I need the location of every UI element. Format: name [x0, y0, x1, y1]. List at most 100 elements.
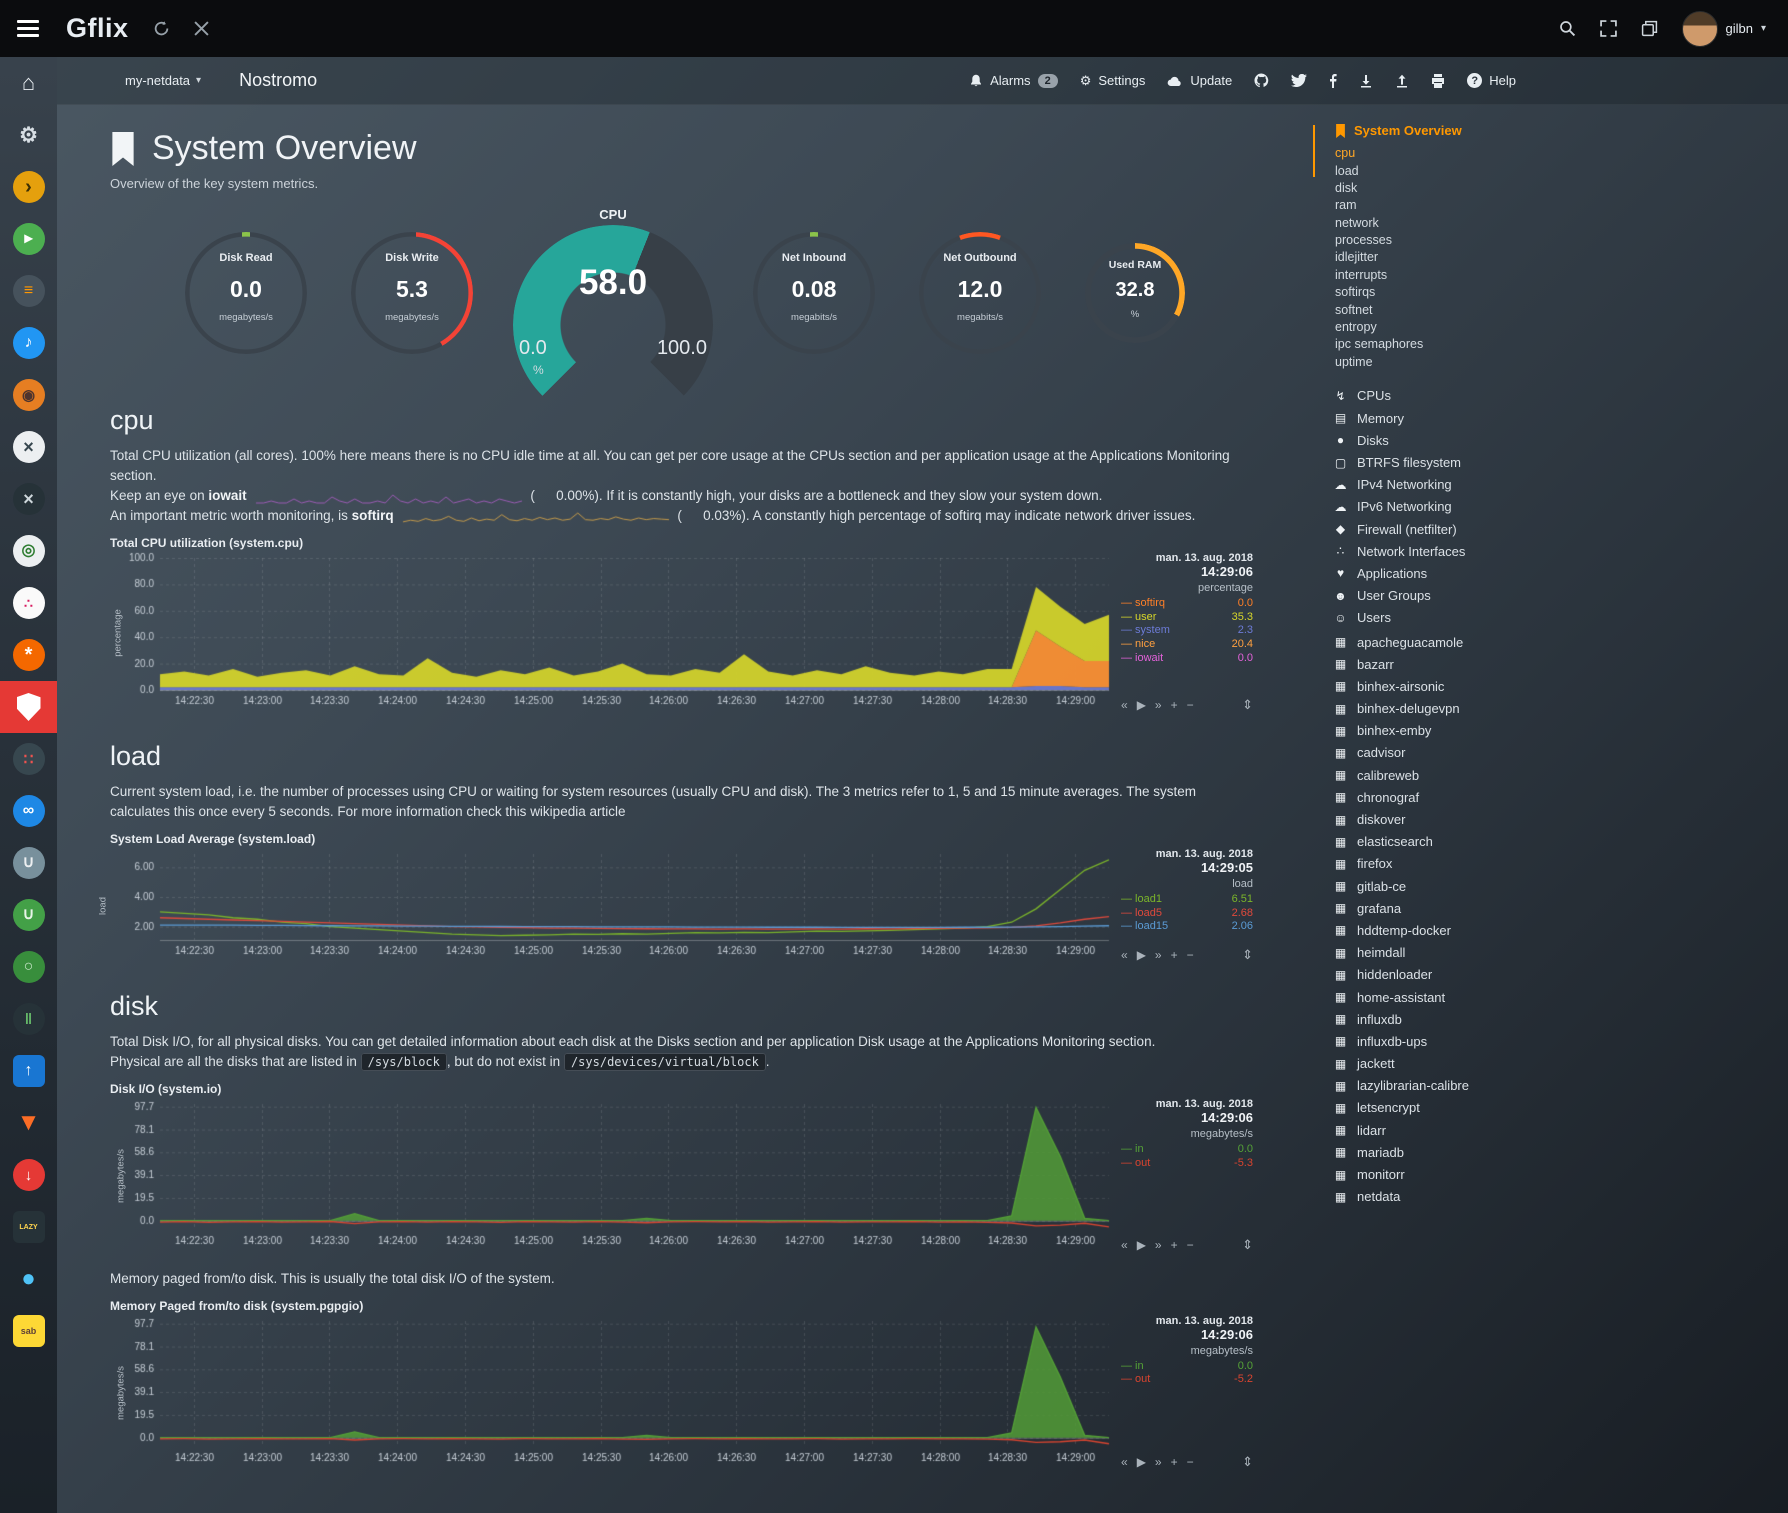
- toc-container-diskover[interactable]: ▦diskover: [1333, 808, 1613, 830]
- search-icon[interactable]: [1559, 20, 1576, 37]
- toc-section-firewall-netfilter-[interactable]: ◆Firewall (netfilter): [1333, 518, 1613, 540]
- chart-pan-backward-button[interactable]: «: [1121, 948, 1128, 962]
- toc-item-processes[interactable]: processes: [1335, 232, 1613, 249]
- gauge-disk-write[interactable]: Disk Write5.3megabytes/s: [337, 218, 487, 368]
- toc-system-overview[interactable]: System Overview: [1335, 123, 1613, 138]
- toc-section-applications[interactable]: ♥Applications: [1333, 562, 1613, 584]
- toc-container-firefox[interactable]: ▦firefox: [1333, 853, 1613, 875]
- chart-zoom-out-button[interactable]: −: [1187, 948, 1194, 962]
- sidebar-app-airsonic[interactable]: ♪: [0, 317, 57, 369]
- toc-item-softnet[interactable]: softnet: [1335, 301, 1613, 318]
- legend-item-load15[interactable]: — load152.06: [1121, 920, 1253, 934]
- sidebar-app-scatter-app[interactable]: ∴: [0, 577, 57, 629]
- refresh-icon[interactable]: [153, 20, 170, 37]
- chart-play-button[interactable]: ▶: [1137, 698, 1146, 712]
- pgpgio-chart-canvas[interactable]: [110, 1315, 1115, 1467]
- sidebar-app-bazarr[interactable]: ≡: [0, 265, 57, 317]
- chart-zoom-in-button[interactable]: +: [1171, 1455, 1178, 1469]
- twitter-button[interactable]: [1291, 74, 1307, 87]
- chart-play-button[interactable]: ▶: [1137, 1238, 1146, 1252]
- toc-section-cpus[interactable]: ↯CPUs: [1333, 385, 1613, 407]
- sidebar-app-jackett[interactable]: ◉: [0, 369, 57, 421]
- disk-chart-canvas[interactable]: [110, 1098, 1115, 1250]
- gauge-net-outbound[interactable]: Net Outbound12.0megabits/s: [905, 218, 1055, 368]
- toc-item-entropy[interactable]: entropy: [1335, 319, 1613, 336]
- toc-container-lazylibrarian-calibre[interactable]: ▦lazylibrarian-calibre: [1333, 1075, 1613, 1097]
- print-button[interactable]: [1431, 74, 1445, 88]
- sidebar-app-plex[interactable]: ›: [0, 161, 57, 213]
- sidebar-app-unraid[interactable]: ∪: [0, 889, 57, 941]
- sidebar-app-netdata[interactable]: [0, 681, 57, 733]
- toc-container-hiddenloader[interactable]: ▦hiddenloader: [1333, 964, 1613, 986]
- gauge-net-inbound[interactable]: Net Inbound0.08megabits/s: [739, 218, 889, 368]
- sidebar-app-cadvisor[interactable]: ◎: [0, 525, 57, 577]
- close-tab-icon[interactable]: [194, 21, 209, 36]
- toc-container-hddtemp-docker[interactable]: ▦hddtemp-docker: [1333, 919, 1613, 941]
- toc-item-uptime[interactable]: uptime: [1335, 354, 1613, 371]
- hamburger-menu-icon[interactable]: [0, 0, 56, 57]
- toc-item-disk[interactable]: disk: [1335, 180, 1613, 197]
- toc-container-influxdb-ups[interactable]: ▦influxdb-ups: [1333, 1030, 1613, 1052]
- legend-item-softirq[interactable]: — softirq0.0: [1121, 597, 1253, 611]
- legend-item-load5[interactable]: — load52.68: [1121, 907, 1253, 921]
- toc-section-network-interfaces[interactable]: ∴Network Interfaces: [1333, 540, 1613, 562]
- chart-pan-forward-button[interactable]: »: [1155, 948, 1162, 962]
- toc-section-users[interactable]: ☺Users: [1333, 607, 1613, 629]
- toc-item-load[interactable]: load: [1335, 162, 1613, 179]
- update-button[interactable]: Update: [1167, 73, 1232, 88]
- toc-container-monitorr[interactable]: ▦monitorr: [1333, 1163, 1613, 1185]
- import-button[interactable]: [1359, 74, 1373, 88]
- toc-container-binhex-delugevpn[interactable]: ▦binhex-delugevpn: [1333, 698, 1613, 720]
- toc-section-memory[interactable]: ▤Memory: [1333, 407, 1613, 429]
- sidebar-app-gitlab[interactable]: ▼: [0, 1097, 57, 1149]
- toc-container-lidarr[interactable]: ▦lidarr: [1333, 1119, 1613, 1141]
- chart-zoom-in-button[interactable]: +: [1171, 698, 1178, 712]
- chart-play-button[interactable]: ▶: [1137, 1455, 1146, 1469]
- chart-pan-backward-button[interactable]: «: [1121, 1238, 1128, 1252]
- sidebar-app-shield-download-app[interactable]: ↓: [0, 1149, 57, 1201]
- sidebar-app-organizr-tab[interactable]: ×: [0, 421, 57, 473]
- toc-item-softirqs[interactable]: softirqs: [1335, 284, 1613, 301]
- sidebar-app-settings[interactable]: ⚙: [0, 109, 57, 161]
- sidebar-app-grafana[interactable]: *: [0, 629, 57, 681]
- toc-container-jackett[interactable]: ▦jackett: [1333, 1053, 1613, 1075]
- chart-resize-handle[interactable]: ⇕: [1242, 1454, 1253, 1470]
- chart-zoom-in-button[interactable]: +: [1171, 1238, 1178, 1252]
- toc-container-calibreweb[interactable]: ▦calibreweb: [1333, 764, 1613, 786]
- toc-container-binhex-emby[interactable]: ▦binhex-emby: [1333, 720, 1613, 742]
- help-button[interactable]: ? Help: [1467, 73, 1516, 88]
- toc-container-netdata[interactable]: ▦netdata: [1333, 1186, 1613, 1208]
- toc-section-user-groups[interactable]: ☻User Groups: [1333, 585, 1613, 607]
- chart-zoom-out-button[interactable]: −: [1187, 1238, 1194, 1252]
- chart-resize-handle[interactable]: ⇕: [1242, 947, 1253, 963]
- toc-item-network[interactable]: network: [1335, 215, 1613, 232]
- gauge-disk-read[interactable]: Disk Read0.0megabytes/s: [171, 218, 321, 368]
- sidebar-app-lazylibrarian[interactable]: LAZY: [0, 1201, 57, 1253]
- toc-container-elasticsearch[interactable]: ▦elasticsearch: [1333, 831, 1613, 853]
- chart-zoom-out-button[interactable]: −: [1187, 698, 1194, 712]
- toc-container-chronograf[interactable]: ▦chronograf: [1333, 786, 1613, 808]
- legend-item-iowait[interactable]: — iowait0.0: [1121, 652, 1253, 666]
- toc-container-letsencrypt[interactable]: ▦letsencrypt: [1333, 1097, 1613, 1119]
- chart-pan-forward-button[interactable]: »: [1155, 1238, 1162, 1252]
- gauge-used-ram[interactable]: Used RAM32.8%: [1071, 229, 1199, 357]
- chart-pan-forward-button[interactable]: »: [1155, 1455, 1162, 1469]
- load-chart-canvas[interactable]: [110, 848, 1115, 960]
- toc-container-grafana[interactable]: ▦grafana: [1333, 897, 1613, 919]
- user-menu[interactable]: gilbn ▾: [1682, 11, 1767, 47]
- sidebar-app-home[interactable]: ⌂: [0, 57, 57, 109]
- toc-item-interrupts[interactable]: interrupts: [1335, 267, 1613, 284]
- legend-item-system[interactable]: — system2.3: [1121, 624, 1253, 638]
- toc-section-ipv4-networking[interactable]: ☁IPv4 Networking: [1333, 474, 1613, 496]
- chart-pan-forward-button[interactable]: »: [1155, 698, 1162, 712]
- sidebar-app-deluge[interactable]: ●: [0, 1253, 57, 1305]
- sidebar-app-pills-app[interactable]: ‖: [0, 993, 57, 1045]
- chart-resize-handle[interactable]: ⇕: [1242, 1237, 1253, 1253]
- sidebar-app-kodi[interactable]: ×: [0, 473, 57, 525]
- sidebar-app-tautulli[interactable]: ○: [0, 941, 57, 993]
- legend-item-out[interactable]: — out-5.3: [1121, 1157, 1253, 1171]
- legend-item-user[interactable]: — user35.3: [1121, 611, 1253, 625]
- legend-item-out[interactable]: — out-5.2: [1121, 1373, 1253, 1387]
- chart-play-button[interactable]: ▶: [1137, 948, 1146, 962]
- toc-item-ipc-semaphores[interactable]: ipc semaphores: [1335, 336, 1613, 353]
